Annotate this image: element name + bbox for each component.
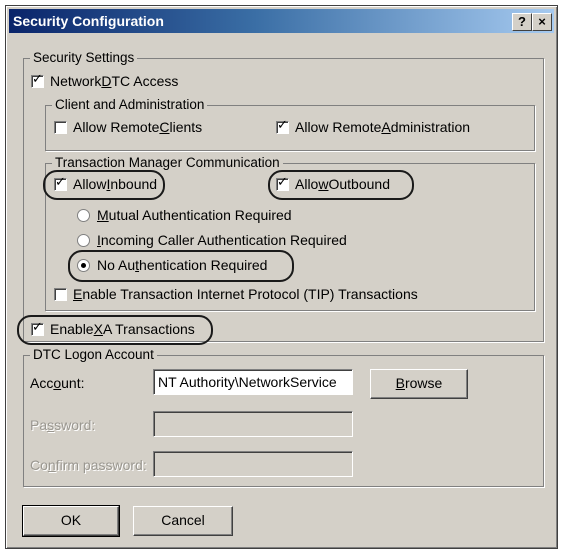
cancel-button[interactable]: Cancel: [133, 506, 233, 536]
allow-remote-clients-checkbox[interactable]: Allow Remote Clients: [54, 119, 202, 135]
highlight-oval-inbound: [43, 170, 165, 200]
ok-button[interactable]: OK: [22, 505, 120, 537]
confirm-password-label: Confirm password:: [30, 457, 147, 473]
radio-circle[interactable]: [77, 233, 90, 247]
help-button[interactable]: ?: [512, 13, 532, 31]
security-settings-group: Security Settings Network DTC Access Cli…: [17, 50, 544, 345]
radio-circle[interactable]: [77, 208, 90, 222]
enable-tip-checkbox[interactable]: Enable Transaction Internet Protocol (TI…: [54, 286, 418, 302]
dtc-logon-legend: DTC Logon Account: [30, 347, 157, 362]
tm-communication-group: Transaction Manager Communication Allow …: [43, 155, 535, 311]
password-label: Password:: [30, 417, 96, 433]
security-settings-legend: Security Settings: [30, 50, 138, 65]
checkbox-box[interactable]: [31, 72, 44, 88]
window-title: Security Configuration: [13, 13, 164, 29]
highlight-oval-no-auth: [68, 250, 294, 282]
dtc-logon-account-group: DTC Logon Account Account: NT Authority\…: [23, 347, 544, 487]
client-admin-group: Client and Administration Allow Remote C…: [45, 97, 535, 151]
security-configuration-dialog: Security Configuration ? × Security Sett…: [5, 5, 558, 549]
client-admin-legend: Client and Administration: [52, 97, 208, 112]
highlight-oval-outbound: [268, 170, 414, 200]
tm-communication-legend: Transaction Manager Communication: [52, 155, 283, 170]
title-bar[interactable]: Security Configuration ? ×: [9, 9, 554, 33]
confirm-password-input[interactable]: [153, 451, 353, 477]
checkbox-box[interactable]: [54, 287, 67, 301]
account-input[interactable]: NT Authority\NetworkService: [153, 369, 353, 395]
mutual-auth-radio[interactable]: Mutual Authentication Required: [77, 207, 292, 223]
allow-remote-admin-checkbox[interactable]: Allow Remote Administration: [276, 118, 470, 135]
browse-button[interactable]: Browse: [370, 369, 468, 399]
password-input[interactable]: [153, 411, 353, 437]
checkbox-box[interactable]: [276, 118, 289, 134]
account-label: Account:: [30, 375, 85, 391]
network-dtc-access-checkbox[interactable]: Network DTC Access: [31, 72, 178, 89]
close-button[interactable]: ×: [532, 13, 552, 31]
highlight-oval-xa: [17, 315, 213, 345]
checkbox-box[interactable]: [54, 120, 67, 134]
incoming-caller-auth-radio[interactable]: Incoming Caller Authentication Required: [77, 232, 347, 248]
